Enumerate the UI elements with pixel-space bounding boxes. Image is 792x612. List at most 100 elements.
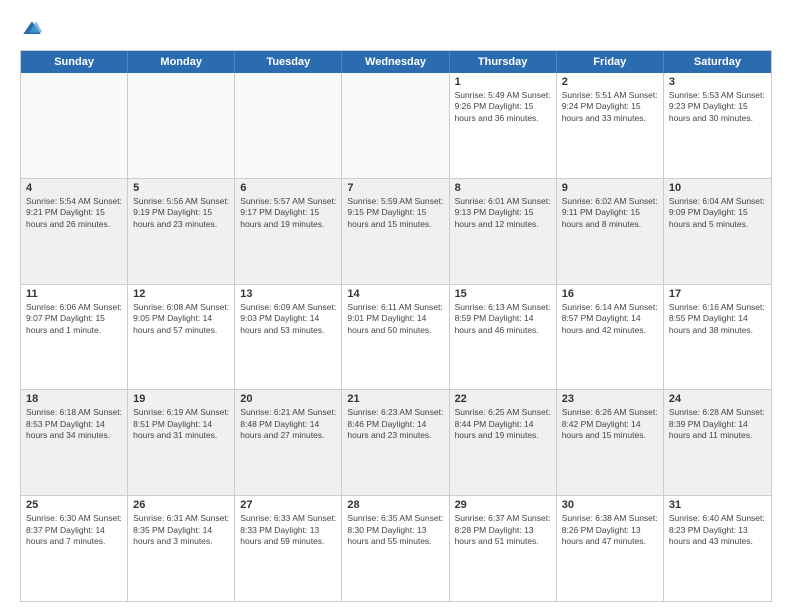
calendar-cell: 5 Sunrise: 5:56 AM Sunset: 9:19 PM Daylig… <box>128 179 235 284</box>
calendar-cell: 2 Sunrise: 5:51 AM Sunset: 9:24 PM Daylig… <box>557 73 664 178</box>
day-number: 18 <box>26 393 122 405</box>
day-number: 30 <box>562 499 658 511</box>
calendar-cell: 7Sunrise: 5:59 AM Sunset: 9:15 PM Daylig… <box>342 179 449 284</box>
day-number: 17 <box>669 288 766 300</box>
day-number: 15 <box>455 288 551 300</box>
calendar-cell <box>235 73 342 178</box>
weekday-header: Monday <box>128 51 235 73</box>
day-detail: Sunrise: 5:57 AM Sunset: 9:17 PM Dayligh… <box>240 196 336 230</box>
calendar-cell: 23 Sunrise: 6:26 AM Sunset: 8:42 PM Dayli… <box>557 390 664 495</box>
calendar-row: 18 Sunrise: 6:18 AM Sunset: 8:53 PM Dayli… <box>21 389 771 495</box>
day-detail: Sunrise: 6:11 AM Sunset: 9:01 PM Dayligh… <box>347 302 443 336</box>
day-detail: Sunrise: 6:28 AM Sunset: 8:39 PM Dayligh… <box>669 407 766 441</box>
calendar-cell: 22Sunrise: 6:25 AM Sunset: 8:44 PM Dayli… <box>450 390 557 495</box>
day-detail: Sunrise: 6:33 AM Sunset: 8:33 PM Dayligh… <box>240 513 336 547</box>
day-number: 5 <box>133 182 229 194</box>
header <box>20 18 772 42</box>
calendar-cell: 28 Sunrise: 6:35 AM Sunset: 8:30 PM Dayli… <box>342 496 449 601</box>
calendar-cell: 30 Sunrise: 6:38 AM Sunset: 8:26 PM Dayli… <box>557 496 664 601</box>
day-detail: Sunrise: 6:16 AM Sunset: 8:55 PM Dayligh… <box>669 302 766 336</box>
calendar-cell: 20Sunrise: 6:21 AM Sunset: 8:48 PM Dayli… <box>235 390 342 495</box>
day-number: 28 <box>347 499 443 511</box>
calendar-cell: 15Sunrise: 6:13 AM Sunset: 8:59 PM Dayli… <box>450 285 557 390</box>
day-detail: Sunrise: 6:23 AM Sunset: 8:46 PM Dayligh… <box>347 407 443 441</box>
calendar-row: 1 Sunrise: 5:49 AM Sunset: 9:26 PM Daylig… <box>21 73 771 178</box>
day-number: 12 <box>133 288 229 300</box>
day-number: 16 <box>562 288 658 300</box>
day-detail: Sunrise: 6:37 AM Sunset: 8:28 PM Dayligh… <box>455 513 551 547</box>
day-number: 22 <box>455 393 551 405</box>
day-number: 31 <box>669 499 766 511</box>
calendar-cell: 10 Sunrise: 6:04 AM Sunset: 9:09 PM Dayli… <box>664 179 771 284</box>
calendar-cell: 8 Sunrise: 6:01 AM Sunset: 9:13 PM Daylig… <box>450 179 557 284</box>
day-detail: Sunrise: 6:04 AM Sunset: 9:09 PM Dayligh… <box>669 196 766 230</box>
weekday-header: Thursday <box>450 51 557 73</box>
calendar-cell <box>342 73 449 178</box>
day-detail: Sunrise: 6:02 AM Sunset: 9:11 PM Dayligh… <box>562 196 658 230</box>
day-number: 8 <box>455 182 551 194</box>
calendar-header: SundayMondayTuesdayWednesdayThursdayFrid… <box>21 51 771 73</box>
calendar-cell: 19 Sunrise: 6:19 AM Sunset: 8:51 PM Dayli… <box>128 390 235 495</box>
calendar-body: 1 Sunrise: 5:49 AM Sunset: 9:26 PM Daylig… <box>21 73 771 601</box>
weekday-header: Tuesday <box>235 51 342 73</box>
day-number: 24 <box>669 393 766 405</box>
weekday-header: Saturday <box>664 51 771 73</box>
weekday-header: Friday <box>557 51 664 73</box>
day-number: 1 <box>455 76 551 88</box>
calendar-cell: 21 Sunrise: 6:23 AM Sunset: 8:46 PM Dayli… <box>342 390 449 495</box>
day-detail: Sunrise: 6:19 AM Sunset: 8:51 PM Dayligh… <box>133 407 229 441</box>
logo <box>20 18 48 42</box>
day-detail: Sunrise: 5:56 AM Sunset: 9:19 PM Dayligh… <box>133 196 229 230</box>
calendar-cell: 11 Sunrise: 6:06 AM Sunset: 9:07 PM Dayli… <box>21 285 128 390</box>
page: SundayMondayTuesdayWednesdayThursdayFrid… <box>0 0 792 612</box>
calendar-cell: 4 Sunrise: 5:54 AM Sunset: 9:21 PM Daylig… <box>21 179 128 284</box>
day-detail: Sunrise: 6:01 AM Sunset: 9:13 PM Dayligh… <box>455 196 551 230</box>
day-number: 3 <box>669 76 766 88</box>
day-detail: Sunrise: 6:26 AM Sunset: 8:42 PM Dayligh… <box>562 407 658 441</box>
calendar-row: 25Sunrise: 6:30 AM Sunset: 8:37 PM Dayli… <box>21 495 771 601</box>
day-number: 2 <box>562 76 658 88</box>
day-detail: Sunrise: 5:53 AM Sunset: 9:23 PM Dayligh… <box>669 90 766 124</box>
calendar-cell: 9Sunrise: 6:02 AM Sunset: 9:11 PM Daylig… <box>557 179 664 284</box>
day-detail: Sunrise: 5:51 AM Sunset: 9:24 PM Dayligh… <box>562 90 658 124</box>
calendar-row: 4 Sunrise: 5:54 AM Sunset: 9:21 PM Daylig… <box>21 178 771 284</box>
calendar-row: 11 Sunrise: 6:06 AM Sunset: 9:07 PM Dayli… <box>21 284 771 390</box>
day-detail: Sunrise: 5:49 AM Sunset: 9:26 PM Dayligh… <box>455 90 551 124</box>
calendar-cell: 24 Sunrise: 6:28 AM Sunset: 8:39 PM Dayli… <box>664 390 771 495</box>
day-detail: Sunrise: 6:35 AM Sunset: 8:30 PM Dayligh… <box>347 513 443 547</box>
calendar-cell: 13Sunrise: 6:09 AM Sunset: 9:03 PM Dayli… <box>235 285 342 390</box>
day-detail: Sunrise: 6:40 AM Sunset: 8:23 PM Dayligh… <box>669 513 766 547</box>
day-number: 23 <box>562 393 658 405</box>
day-number: 21 <box>347 393 443 405</box>
weekday-header: Wednesday <box>342 51 449 73</box>
day-number: 11 <box>26 288 122 300</box>
day-number: 20 <box>240 393 336 405</box>
day-number: 13 <box>240 288 336 300</box>
logo-icon <box>20 18 44 42</box>
day-number: 19 <box>133 393 229 405</box>
calendar-cell: 6Sunrise: 5:57 AM Sunset: 9:17 PM Daylig… <box>235 179 342 284</box>
calendar-cell: 3 Sunrise: 5:53 AM Sunset: 9:23 PM Daylig… <box>664 73 771 178</box>
day-detail: Sunrise: 6:14 AM Sunset: 8:57 PM Dayligh… <box>562 302 658 336</box>
calendar-cell: 1 Sunrise: 5:49 AM Sunset: 9:26 PM Daylig… <box>450 73 557 178</box>
day-detail: Sunrise: 5:54 AM Sunset: 9:21 PM Dayligh… <box>26 196 122 230</box>
day-detail: Sunrise: 6:38 AM Sunset: 8:26 PM Dayligh… <box>562 513 658 547</box>
day-number: 4 <box>26 182 122 194</box>
calendar-cell: 31 Sunrise: 6:40 AM Sunset: 8:23 PM Dayli… <box>664 496 771 601</box>
day-detail: Sunrise: 6:06 AM Sunset: 9:07 PM Dayligh… <box>26 302 122 336</box>
day-number: 14 <box>347 288 443 300</box>
calendar: SundayMondayTuesdayWednesdayThursdayFrid… <box>20 50 772 602</box>
weekday-header: Sunday <box>21 51 128 73</box>
day-number: 27 <box>240 499 336 511</box>
calendar-cell <box>128 73 235 178</box>
calendar-cell: 14 Sunrise: 6:11 AM Sunset: 9:01 PM Dayli… <box>342 285 449 390</box>
day-number: 29 <box>455 499 551 511</box>
calendar-cell: 26Sunrise: 6:31 AM Sunset: 8:35 PM Dayli… <box>128 496 235 601</box>
calendar-cell: 12Sunrise: 6:08 AM Sunset: 9:05 PM Dayli… <box>128 285 235 390</box>
day-detail: Sunrise: 6:31 AM Sunset: 8:35 PM Dayligh… <box>133 513 229 547</box>
calendar-cell: 25Sunrise: 6:30 AM Sunset: 8:37 PM Dayli… <box>21 496 128 601</box>
day-number: 10 <box>669 182 766 194</box>
day-number: 25 <box>26 499 122 511</box>
day-detail: Sunrise: 6:18 AM Sunset: 8:53 PM Dayligh… <box>26 407 122 441</box>
calendar-cell: 18 Sunrise: 6:18 AM Sunset: 8:53 PM Dayli… <box>21 390 128 495</box>
